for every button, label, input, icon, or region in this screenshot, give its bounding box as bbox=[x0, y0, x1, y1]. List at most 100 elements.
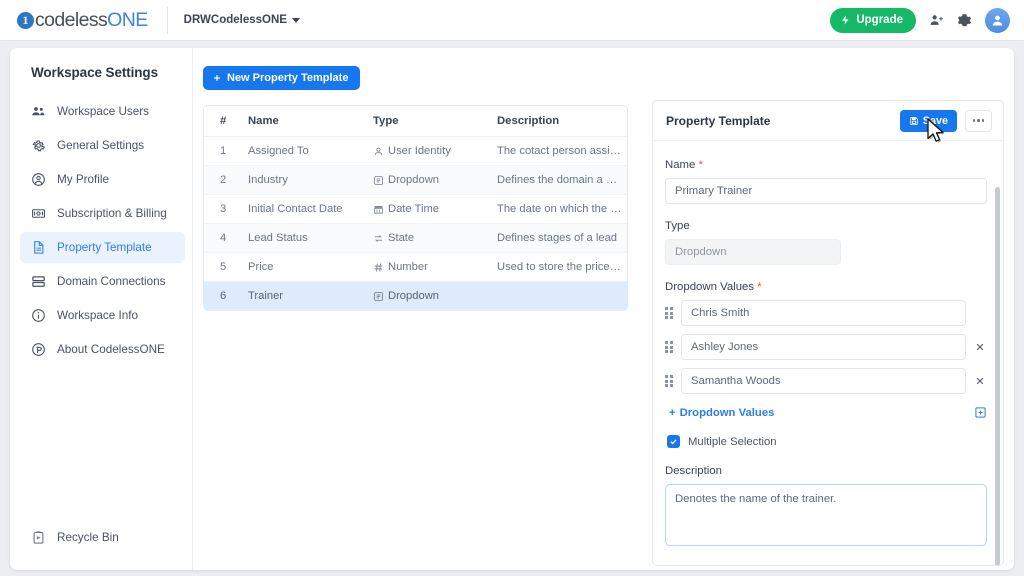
column-header-num: # bbox=[204, 106, 248, 137]
table-row[interactable]: 6 Trainer Dropdown bbox=[204, 281, 627, 311]
sidebar-item-about-codelessone[interactable]: About CodelessONE bbox=[20, 334, 185, 365]
sidebar-item-label: Workspace Users bbox=[57, 105, 150, 118]
sidebar-item-general-settings[interactable]: General Settings bbox=[20, 130, 185, 161]
sidebar-footer: Recycle Bin bbox=[10, 522, 192, 556]
table-row[interactable]: 1 Assigned To User Identity The cotact p… bbox=[204, 136, 627, 166]
dropdown-value-input[interactable] bbox=[681, 334, 966, 360]
about-icon bbox=[31, 342, 46, 357]
remove-value-button[interactable]: ✕ bbox=[973, 375, 987, 388]
sidebar-item-domain-connections[interactable]: Domain Connections bbox=[20, 266, 185, 297]
cell-num: 3 bbox=[204, 194, 248, 224]
drag-handle-icon[interactable] bbox=[665, 374, 674, 388]
logo-mark-text: 1 bbox=[22, 13, 29, 27]
cell-description: Used to store the price o… bbox=[497, 252, 627, 282]
cell-type-label: Dropdown bbox=[388, 290, 439, 302]
dropdown-value-row: ✕ bbox=[665, 334, 987, 360]
dropdown-value-row: ✕ bbox=[665, 300, 987, 326]
add-user-icon[interactable] bbox=[929, 13, 944, 28]
required-marker: * bbox=[698, 159, 703, 171]
workspace-switcher[interactable]: DRWCodelessONE bbox=[184, 14, 300, 26]
sidebar-item-label: Subscription & Billing bbox=[57, 207, 167, 220]
cell-name: Trainer bbox=[248, 290, 284, 302]
name-field-group: Name * bbox=[665, 159, 987, 204]
chevron-down-icon bbox=[291, 17, 300, 23]
sidebar-item-label: Property Template bbox=[57, 241, 152, 254]
cell-description: Defines stages of a lead bbox=[497, 223, 627, 253]
bolt-icon bbox=[840, 14, 851, 26]
more-options-button[interactable] bbox=[965, 109, 992, 132]
cell-description: Defines the domain a pe… bbox=[497, 165, 627, 195]
cell-name: Initial Contact Date bbox=[248, 194, 373, 224]
workspace-name: DRWCodelessONE bbox=[183, 14, 287, 26]
dropdown-values-label-text: Dropdown Values bbox=[665, 281, 755, 293]
sidebar-item-property-template[interactable]: Property Template bbox=[20, 232, 185, 263]
user-avatar-icon[interactable] bbox=[985, 7, 1010, 33]
panel-actions: Save bbox=[899, 109, 992, 132]
table-row[interactable]: 3 Initial Contact Date Date Time The dat… bbox=[204, 194, 627, 224]
sidebar-title: Workspace Settings bbox=[31, 65, 158, 80]
sidebar-item-label: General Settings bbox=[57, 139, 145, 152]
drag-handle-icon[interactable] bbox=[665, 306, 674, 320]
list-box-icon bbox=[373, 175, 384, 186]
multiple-selection-checkbox[interactable] bbox=[667, 435, 680, 448]
cell-type: State bbox=[373, 223, 497, 253]
cell-type: Dropdown bbox=[373, 282, 497, 311]
upgrade-button[interactable]: Upgrade bbox=[830, 7, 916, 33]
dropdown-value-input[interactable] bbox=[681, 368, 966, 394]
content-area: New Property Template # Name Type Descri… bbox=[193, 48, 1014, 570]
gear-icon bbox=[31, 138, 46, 153]
name-label-text: Name bbox=[665, 159, 696, 171]
dropdown-value-input[interactable] bbox=[681, 300, 966, 326]
panel-body: Name * Type Dropdown Values * bbox=[653, 141, 1003, 565]
document-icon bbox=[31, 240, 46, 255]
add-dropdown-values-link[interactable]: + Dropdown Values bbox=[669, 407, 774, 419]
floppy-disk-icon bbox=[909, 116, 919, 126]
table-row[interactable]: 5 Price Number Used to store the price o… bbox=[204, 252, 627, 282]
upgrade-label: Upgrade bbox=[856, 14, 903, 26]
logo-text-accent: ONE bbox=[107, 8, 148, 31]
top-bar: 1 codelessONE DRWCodelessONE Upgrade bbox=[0, 0, 1024, 41]
ellipsis-icon bbox=[977, 119, 980, 122]
save-button[interactable]: Save bbox=[899, 109, 957, 132]
cell-num: 4 bbox=[204, 223, 248, 253]
ellipsis-icon bbox=[972, 119, 976, 122]
add-box-icon[interactable] bbox=[974, 406, 987, 419]
name-label: Name * bbox=[665, 159, 987, 171]
top-bar-actions: Upgrade bbox=[830, 7, 1024, 33]
new-property-template-button[interactable]: New Property Template bbox=[203, 66, 361, 90]
cell-num: 5 bbox=[204, 252, 248, 282]
cell-num: 1 bbox=[204, 136, 248, 166]
divider bbox=[166, 6, 168, 34]
sidebar-item-my-profile[interactable]: My Profile bbox=[20, 164, 185, 195]
cell-type-label: State bbox=[388, 232, 415, 244]
drag-handle-icon[interactable] bbox=[665, 340, 674, 354]
cell-type: Date Time bbox=[373, 194, 497, 224]
sidebar: Workspace Settings Workspace Users Gener… bbox=[10, 48, 193, 570]
table-header-row: # Name Type Description bbox=[204, 106, 627, 137]
table-row[interactable]: 4 Lead Status State Defines stages of a … bbox=[204, 223, 627, 253]
cell-description: The cotact person assig… bbox=[497, 136, 627, 166]
type-input bbox=[665, 239, 841, 265]
server-icon bbox=[31, 274, 46, 289]
name-input[interactable] bbox=[665, 178, 987, 204]
dropdown-values-label: Dropdown Values * bbox=[665, 281, 987, 293]
sidebar-item-workspace-info[interactable]: Workspace Info bbox=[20, 300, 185, 331]
app-logo[interactable]: 1 codelessONE bbox=[0, 0, 148, 40]
column-header-name: Name bbox=[248, 106, 373, 137]
remove-value-button[interactable]: ✕ bbox=[973, 341, 987, 354]
plus-icon bbox=[212, 73, 222, 83]
description-textarea[interactable] bbox=[665, 484, 987, 546]
cell-num: 2 bbox=[204, 165, 248, 195]
sidebar-item-recycle-bin[interactable]: Recycle Bin bbox=[20, 522, 185, 553]
panel-header: Property Template Save bbox=[653, 101, 1003, 141]
gear-icon[interactable] bbox=[957, 13, 972, 28]
table-row[interactable]: 2 Industry Dropdown Defines the domain a… bbox=[204, 165, 627, 195]
sidebar-item-workspace-users[interactable]: Workspace Users bbox=[20, 96, 185, 127]
panel-scrollbar[interactable] bbox=[995, 187, 1000, 565]
sidebar-item-subscription-billing[interactable]: Subscription & Billing bbox=[20, 198, 185, 229]
cell-type-label: Date Time bbox=[388, 203, 439, 215]
person-icon bbox=[373, 146, 384, 157]
cell-num: 6 bbox=[220, 290, 227, 302]
table-body: 1 Assigned To User Identity The cotact p… bbox=[204, 136, 627, 311]
add-dropdown-values-row: + Dropdown Values bbox=[669, 406, 987, 419]
